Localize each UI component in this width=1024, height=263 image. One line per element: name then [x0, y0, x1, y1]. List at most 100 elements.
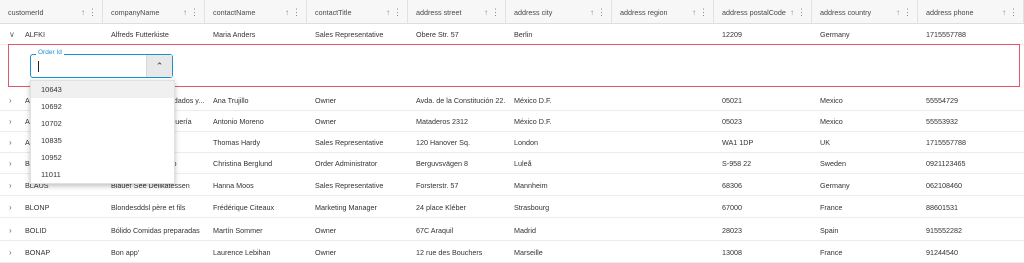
column-menu-icon[interactable]: ⋮: [292, 7, 301, 17]
table-cell: Germany: [820, 181, 850, 190]
sort-arrow-icon[interactable]: ↑: [386, 8, 390, 17]
column-header[interactable]: address street ↑ ⋮: [408, 0, 506, 24]
dropdown-option[interactable]: 11011: [31, 166, 174, 183]
dropdown-option[interactable]: 10702: [31, 115, 174, 132]
table-cell: 12209: [722, 30, 742, 39]
table-cell: Mannheim: [514, 181, 548, 190]
sort-arrow-icon[interactable]: ↑: [183, 8, 187, 17]
column-header[interactable]: companyName ↑ ⋮: [103, 0, 205, 24]
column-menu-icon[interactable]: ⋮: [597, 7, 606, 17]
column-header-label: contactName: [213, 7, 256, 17]
column-menu-icon[interactable]: ⋮: [393, 7, 402, 17]
grid-header: customerId ↑ ⋮ companyName ↑ ⋮ contactName ↑ ⋮ co…: [0, 0, 1024, 24]
sort-arrow-icon[interactable]: ↑: [285, 8, 289, 17]
column-header-label: address postalCode: [722, 7, 786, 17]
column-header[interactable]: address postalCode ↑ ⋮: [714, 0, 812, 24]
table-cell: Thomas Hardy: [213, 138, 261, 147]
table-cell: France: [820, 203, 843, 212]
chevron-right-icon[interactable]: ›: [9, 197, 12, 218]
sort-arrow-icon[interactable]: ↑: [896, 8, 900, 17]
column-header[interactable]: address country ↑ ⋮: [812, 0, 918, 24]
table-cell: [612, 242, 714, 263]
sort-arrow-icon[interactable]: ↑: [590, 8, 594, 17]
table-cell: 05023: [722, 117, 742, 126]
table-cell: 13008: [722, 248, 742, 257]
table-cell: 88601531: [926, 203, 958, 212]
table-cell: 1715557788: [926, 30, 966, 39]
chevron-right-icon[interactable]: ›: [9, 220, 12, 241]
order-id-label: Order Id: [36, 49, 64, 56]
chevron-right-icon[interactable]: ›: [9, 90, 12, 111]
table-cell: ALFKI: [25, 30, 45, 39]
column-header-icons: ↑ ⋮: [590, 0, 606, 24]
table-cell: Sales Representative: [315, 30, 384, 39]
table-cell: 91244540: [926, 248, 958, 257]
dropdown-option[interactable]: 10692: [31, 98, 174, 115]
column-menu-icon[interactable]: ⋮: [88, 7, 97, 17]
table-cell: BOLID: [25, 226, 47, 235]
table-cell: Mexico: [820, 117, 843, 126]
table-cell: Maria Anders: [213, 30, 256, 39]
table-cell: Ana Trujillo: [213, 96, 249, 105]
column-header-icons: ↑ ⋮: [484, 0, 500, 24]
column-header-label: customerId: [8, 7, 44, 17]
table-cell: México D.F.: [514, 117, 552, 126]
table-cell: 55554729: [926, 96, 958, 105]
column-menu-icon[interactable]: ⋮: [699, 7, 708, 17]
column-header[interactable]: customerId ↑ ⋮: [0, 0, 103, 24]
table-cell: 12 rue des Bouchers: [416, 248, 483, 257]
column-header[interactable]: address region ↑ ⋮: [612, 0, 714, 24]
text-caret: [38, 61, 39, 72]
sort-arrow-icon[interactable]: ↑: [1002, 8, 1006, 17]
table-cell: Bon app': [111, 248, 140, 257]
table-cell: Owner: [315, 117, 337, 126]
table-row[interactable]: › BLONP Blondesddsl père et fils Frédérique…: [0, 197, 1024, 218]
table-cell: Luleå: [514, 159, 532, 168]
column-header[interactable]: address phone ↑ ⋮: [918, 0, 1024, 24]
table-cell: Frédérique Citeaux: [213, 203, 275, 212]
table-cell: Owner: [315, 248, 337, 257]
column-header[interactable]: address city ↑ ⋮: [506, 0, 612, 24]
table-cell: Sweden: [820, 159, 846, 168]
order-id-dropdown: 10643 10692 10702 10835 10952 11011: [30, 80, 175, 184]
column-header[interactable]: contactName ↑ ⋮: [205, 0, 307, 24]
chevron-right-icon[interactable]: ›: [9, 111, 12, 132]
sort-arrow-icon[interactable]: ↑: [81, 8, 85, 17]
column-header-label: address city: [514, 7, 553, 17]
dropdown-option[interactable]: 10643: [31, 81, 174, 98]
table-cell: Alfreds Futterkiste: [111, 30, 169, 39]
column-menu-icon[interactable]: ⋮: [797, 7, 806, 17]
column-header-label: address region: [620, 7, 668, 17]
table-cell: 120 Hanover Sq.: [416, 138, 470, 147]
chevron-right-icon[interactable]: ›: [9, 132, 12, 153]
column-header-icons: ↑ ⋮: [1002, 0, 1018, 24]
column-header-icons: ↑ ⋮: [896, 0, 912, 24]
column-menu-icon[interactable]: ⋮: [903, 7, 912, 17]
table-cell: 68306: [722, 181, 742, 190]
table-cell: 28023: [722, 226, 742, 235]
table-cell: Madrid: [514, 226, 536, 235]
dropdown-option[interactable]: 10835: [31, 132, 174, 149]
chevron-up-icon[interactable]: ⌃: [146, 55, 172, 77]
table-cell: UK: [820, 138, 830, 147]
table-row[interactable]: › BOLID Bólido Comidas preparadas Martín So…: [0, 220, 1024, 241]
sort-arrow-icon[interactable]: ↑: [484, 8, 488, 17]
chevron-right-icon[interactable]: ›: [9, 175, 12, 196]
column-menu-icon[interactable]: ⋮: [491, 7, 500, 17]
sort-arrow-icon[interactable]: ↑: [790, 8, 794, 17]
table-cell: WA1 1DP: [722, 138, 754, 147]
table-row[interactable]: › BONAP Bon app' Laurence Lebihan Owner 12 ru…: [0, 242, 1024, 263]
sort-arrow-icon[interactable]: ↑: [692, 8, 696, 17]
chevron-right-icon[interactable]: ›: [9, 153, 12, 174]
chevron-right-icon[interactable]: ›: [9, 242, 12, 263]
table-cell: 05021: [722, 96, 742, 105]
column-menu-icon[interactable]: ⋮: [1009, 7, 1018, 17]
column-header[interactable]: contactTitle ↑ ⋮: [307, 0, 408, 24]
chevron-down-icon[interactable]: ∨: [9, 24, 15, 45]
table-cell: 24 place Kléber: [416, 203, 466, 212]
table-row[interactable]: ∨ ALFKI Alfreds Futterkiste Maria Anders Sal…: [0, 24, 1024, 45]
column-menu-icon[interactable]: ⋮: [190, 7, 199, 17]
dropdown-option[interactable]: 10952: [31, 149, 174, 166]
table-cell: [612, 90, 714, 111]
table-cell: Obere Str. 57: [416, 30, 459, 39]
